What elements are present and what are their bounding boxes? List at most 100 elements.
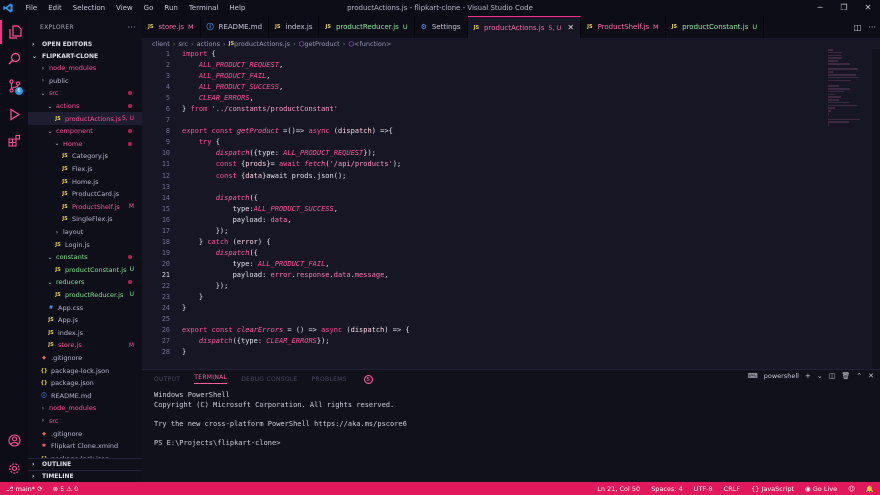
file-item[interactable]: JS Login.js [28, 238, 142, 251]
trash-icon[interactable]: 🗑 [841, 372, 850, 380]
code-line[interactable]: try { [182, 137, 410, 148]
code-line[interactable] [182, 182, 410, 193]
minimize-icon[interactable]: ─ [808, 0, 832, 16]
run-debug-icon[interactable] [0, 102, 28, 126]
close-tab-icon[interactable]: ✕ [567, 23, 574, 32]
folder-item[interactable]: ⌄ Home [28, 138, 142, 151]
split-editor-icon[interactable]: ◫ [854, 23, 862, 32]
close-icon[interactable]: ✕ [856, 0, 880, 16]
breadcrumb-item[interactable]: actions [197, 40, 220, 48]
breadcrumb-item[interactable]: productActions.js [234, 40, 290, 48]
code-line[interactable]: type: ALL_PRODUCT_FAIL, [182, 259, 410, 270]
code-line[interactable]: dispatch({type: ALL_PRODUCT_REQUEST}); [182, 148, 410, 159]
code-line[interactable]: } [182, 303, 410, 314]
shell-name[interactable]: powershell [764, 372, 799, 380]
code-line[interactable]: ALL_PRODUCT_FAIL, [182, 71, 410, 82]
code-line[interactable] [182, 314, 410, 325]
code-line[interactable]: import { [182, 49, 410, 60]
code-line[interactable]: }); [182, 281, 410, 292]
file-item[interactable]: JS productActions.js 5, U [28, 112, 142, 125]
code-line[interactable]: payload: error.response.data.message, [182, 270, 410, 281]
panel-tab-output[interactable]: OUTPUT [154, 376, 180, 383]
tab-productreducer-js[interactable]: JS productReducer.js U [319, 16, 415, 38]
account-icon[interactable] [0, 428, 28, 452]
code-line[interactable]: export const clearErrors = () => async (… [182, 325, 410, 336]
code-line[interactable]: ALL_PRODUCT_SUCCESS, [182, 82, 410, 93]
menu-item-run[interactable]: Run [159, 4, 183, 12]
code-line[interactable]: dispatch({ [182, 193, 410, 204]
menu-item-help[interactable]: Help [224, 4, 251, 12]
panel-tab-terminal[interactable]: TERMINAL [194, 374, 228, 384]
file-item[interactable]: ✱ Flipkart Clone.xmind [28, 440, 142, 453]
breadcrumb-item[interactable]: client [152, 40, 170, 48]
timeline-section[interactable]: › TIMELINE [28, 470, 142, 482]
file-item[interactable]: JS ProductCard.js [28, 188, 142, 201]
language-mode[interactable]: {} JavaScript [751, 485, 794, 493]
code-line[interactable]: } from '../constants/productConstant' [182, 104, 410, 115]
folder-item[interactable]: ⌄ src [28, 87, 142, 100]
file-item[interactable]: JS productReducer.js U [28, 289, 142, 302]
code-line[interactable]: CLEAR_ERRORS, [182, 93, 410, 104]
panel-tab-debug-console[interactable]: DEBUG CONSOLE [241, 376, 297, 383]
source-control-icon[interactable]: 6 [0, 74, 28, 98]
restore-icon[interactable]: ❐ [832, 0, 856, 16]
panel-tab-problems[interactable]: PROBLEMS [312, 376, 347, 383]
search-icon[interactable] [0, 46, 28, 70]
menu-item-file[interactable]: File [20, 4, 43, 12]
file-item[interactable]: JS App.js [28, 314, 142, 327]
code-line[interactable]: } [182, 347, 410, 358]
code-line[interactable]: }); [182, 226, 410, 237]
code-line[interactable] [182, 115, 410, 126]
breadcrumb-item[interactable]: src [178, 40, 188, 48]
code-line[interactable]: const {data}await prods.json(); [182, 171, 410, 182]
file-item[interactable]: JS store.js M [28, 339, 142, 352]
go-live-button[interactable]: ◉ Go Live [805, 485, 837, 493]
folder-item[interactable]: ⌄ actions [28, 100, 142, 113]
code-line[interactable]: payload: data, [182, 215, 410, 226]
file-item[interactable]: {}package-lock.json [28, 364, 142, 377]
folder-item[interactable]: › layout [28, 226, 142, 239]
project-section[interactable]: ⌄ FLIPKART-CLONE [28, 50, 142, 62]
tab-index-js[interactable]: JS index.js [269, 16, 320, 38]
extensions-icon[interactable] [0, 128, 28, 152]
breadcrumb-item[interactable]: <function> [354, 40, 391, 48]
code-line[interactable]: export const getProduct =()=> async (dis… [182, 126, 410, 137]
more-actions-icon[interactable]: ··· [868, 23, 876, 32]
file-item[interactable]: ⓘ README.md [28, 389, 142, 402]
end-of-line[interactable]: CRLF [724, 485, 740, 493]
file-item[interactable]: JS Flex.js [28, 163, 142, 176]
code-area[interactable]: import { ALL_PRODUCT_REQUEST, ALL_PRODUC… [182, 49, 410, 358]
open-editors-section[interactable]: › OPEN EDITORS [28, 38, 142, 50]
chevron-up-icon[interactable]: ⌃ [856, 372, 862, 380]
tab-readme-md[interactable]: ⓘ README.md [201, 16, 270, 38]
code-line[interactable]: } [182, 292, 410, 303]
file-item[interactable]: JS Home.js [28, 175, 142, 188]
file-item[interactable]: # App.css [28, 301, 142, 314]
terminal-output[interactable]: Windows PowerShell Copyright (C) Microsof… [142, 388, 880, 452]
outline-section[interactable]: › OUTLINE [28, 458, 142, 470]
branch-item[interactable]: ⎇ main* ⟳ [6, 485, 43, 493]
explorer-icon[interactable] [0, 20, 28, 44]
tab-productshelf-js[interactable]: JS ProductShelf.js M [581, 16, 666, 38]
menu-item-terminal[interactable]: Terminal [183, 4, 224, 12]
encoding[interactable]: UTF-8 [694, 485, 713, 493]
folder-item[interactable]: ⌄ component [28, 125, 142, 138]
folder-item[interactable]: › src [28, 415, 142, 428]
menu-item-go[interactable]: Go [138, 4, 159, 12]
file-item[interactable]: JS productConstant.js U [28, 264, 142, 277]
folder-item[interactable]: › node_modules [28, 62, 142, 75]
file-item[interactable]: JS index.js [28, 326, 142, 339]
close-panel-icon[interactable]: ✕ [868, 372, 874, 380]
code-line[interactable]: ALL_PRODUCT_REQUEST, [182, 60, 410, 71]
folder-item[interactable]: › node_modules [28, 402, 142, 415]
settings-gear-icon[interactable] [0, 456, 28, 480]
indentation[interactable]: Spaces: 4 [651, 485, 683, 493]
file-item[interactable]: ◆ .gitignore [28, 352, 142, 365]
cursor-position[interactable]: Ln 21, Col 50 [597, 485, 640, 493]
code-editor[interactable]: 1 2 3 4 5 6 7 8 9 10 11 12 13 14 15 16 17 18 19 20 21 22 23 24 2… [142, 49, 880, 369]
folder-item[interactable]: › public [28, 75, 142, 88]
code-line[interactable]: type:ALL_PRODUCT_SUCCESS, [182, 204, 410, 215]
file-item[interactable]: {} package.json [28, 377, 142, 390]
menu-item-edit[interactable]: Edit [43, 4, 68, 12]
file-item[interactable]: ◆ .gitignore [28, 427, 142, 440]
